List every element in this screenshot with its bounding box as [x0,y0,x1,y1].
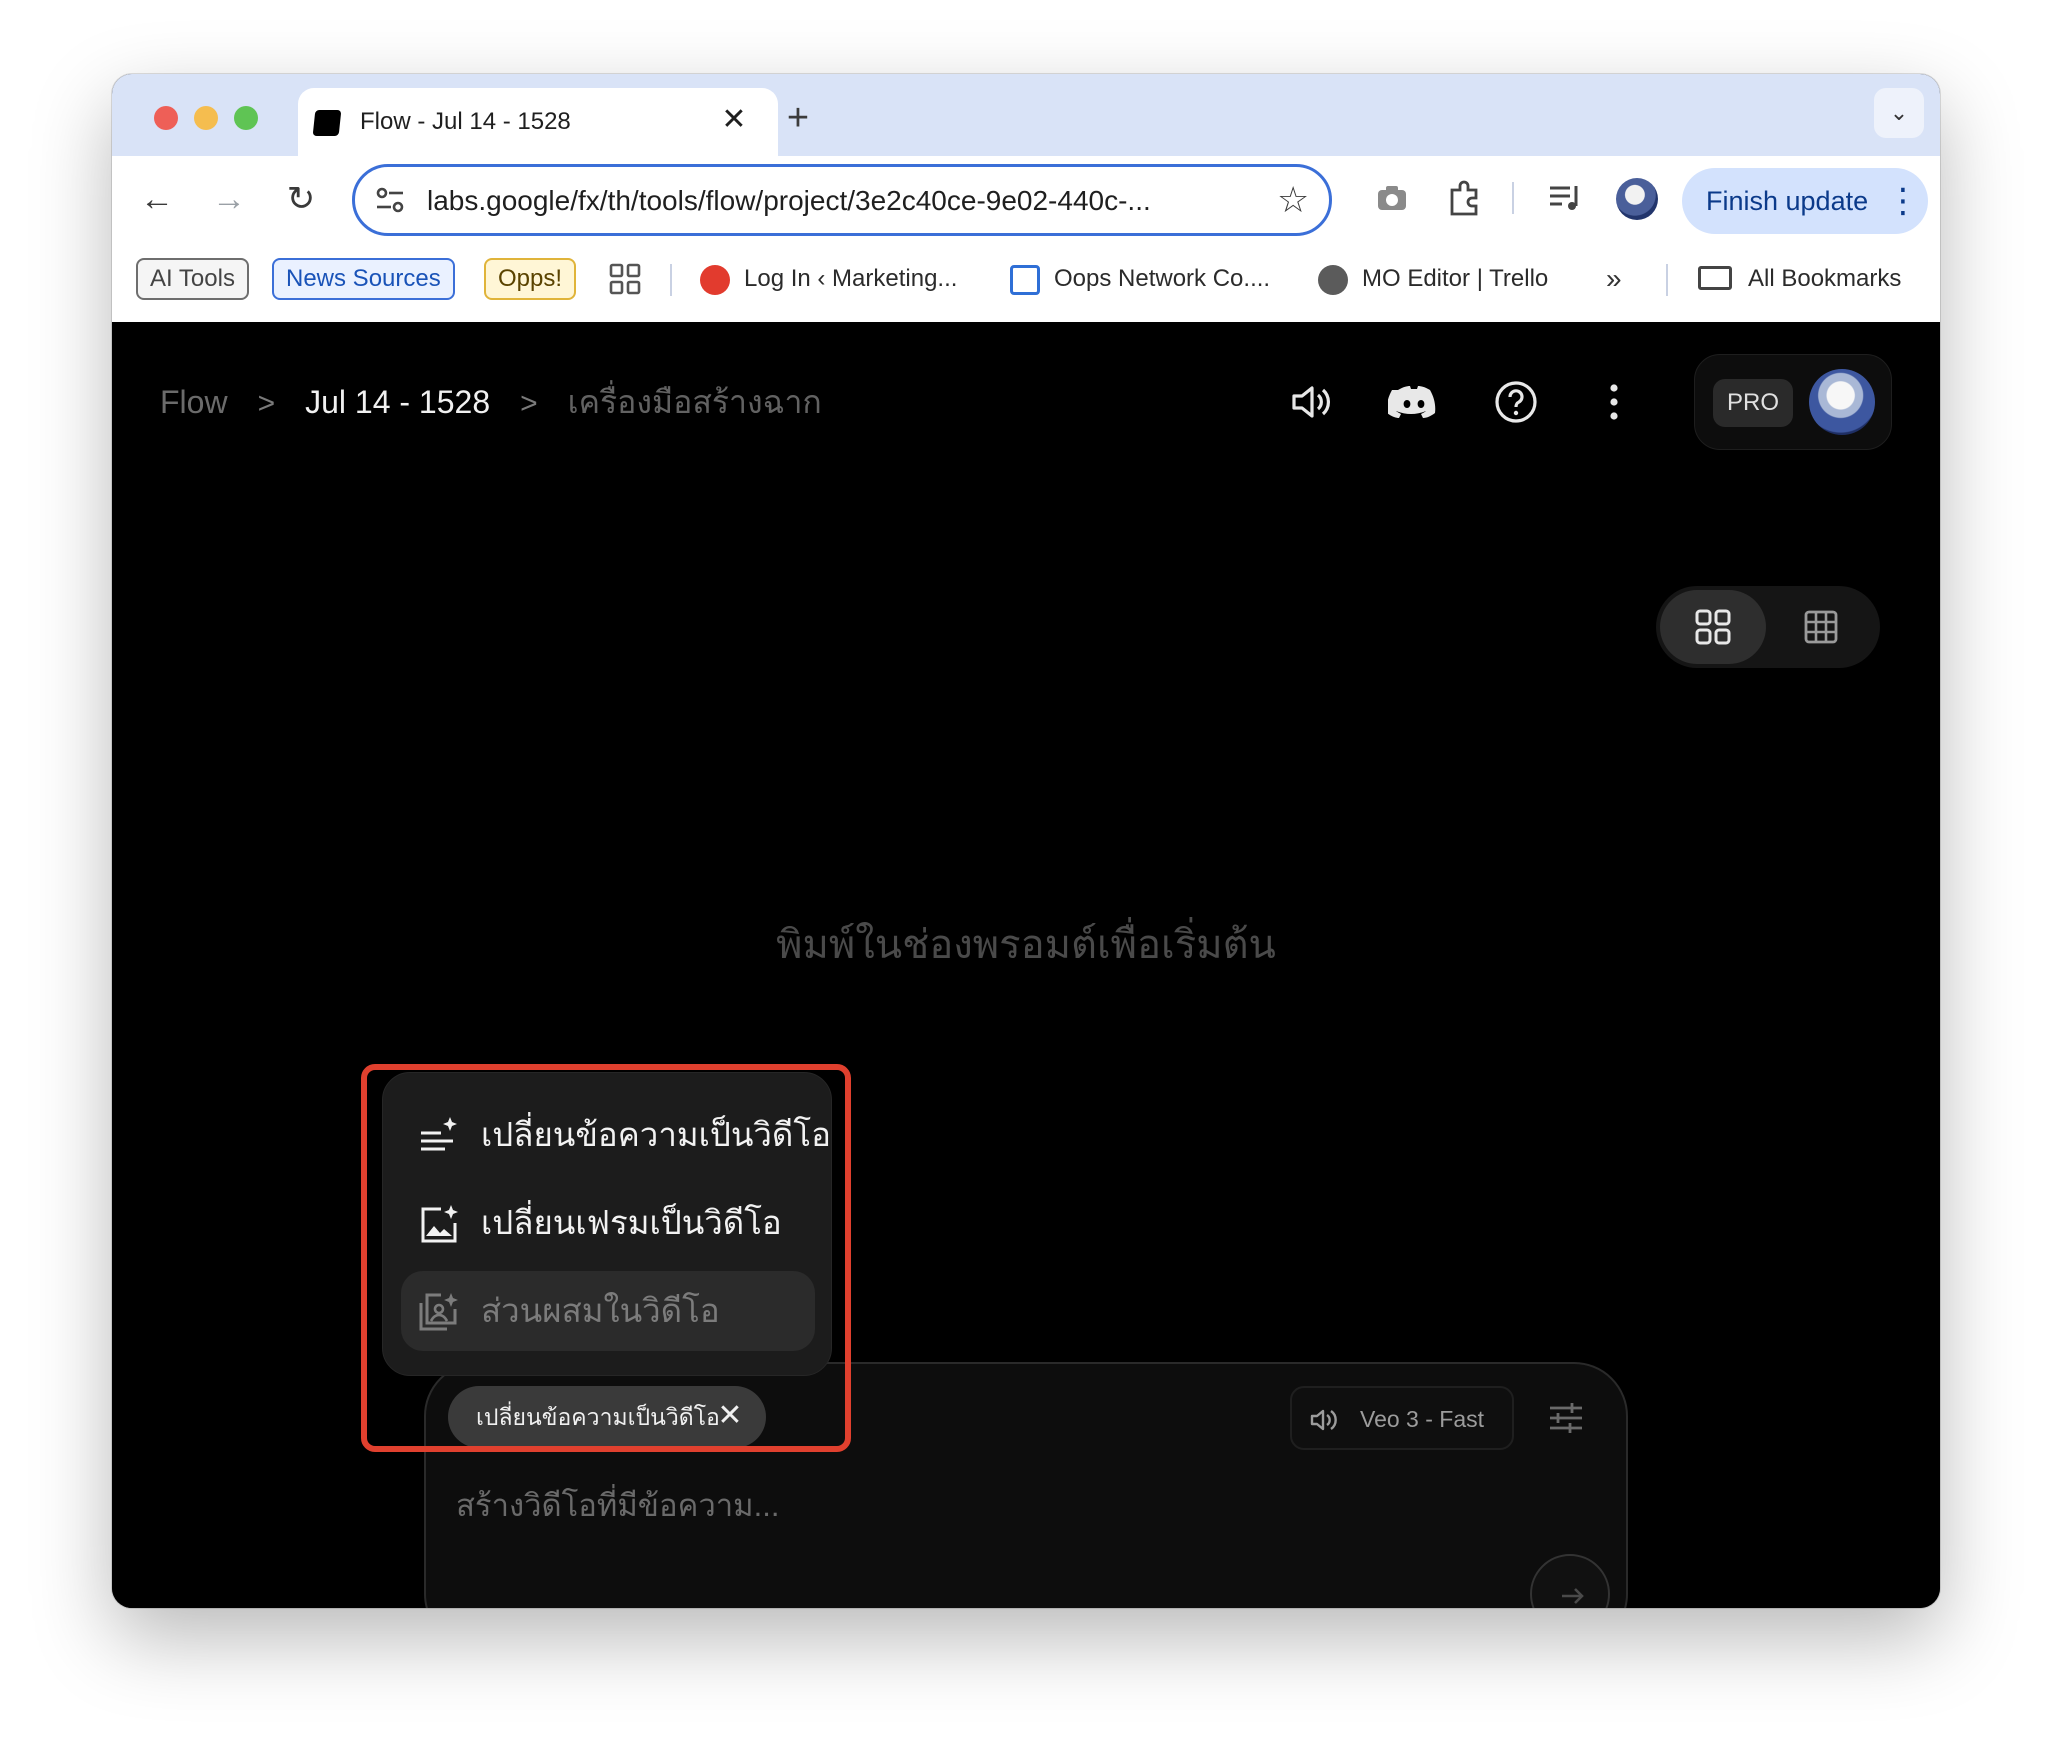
grid-large-icon [1695,609,1731,645]
marketing-favicon-icon [700,264,730,295]
reload-button[interactable]: ↻ [276,174,326,224]
breadcrumb-scene-builder: เครื่องมือสร้างฉาก [567,384,822,420]
more-bookmarks-icon[interactable]: » [1606,260,1622,298]
discord-icon[interactable] [1388,376,1440,428]
menu-item-label: เปลี่ยนเฟรมเป็นวิดีโอ [481,1204,782,1241]
arrow-right-icon [1562,1588,1584,1604]
pro-badge: PRO [1713,379,1793,427]
finish-update-label: Finish update [1706,186,1869,216]
chevron-right-icon: > [257,387,276,420]
mode-menu: เปลี่ยนข้อความเป็นวิดีโอ เปลี่ยนเฟรมเป็น… [382,1072,832,1376]
menu-item-frames-to-video[interactable]: เปลี่ยนเฟรมเป็นวิดีโอ [401,1183,815,1263]
breadcrumb-flow[interactable]: Flow [160,384,228,420]
all-bookmarks-folder[interactable]: All Bookmarks [1698,260,1901,298]
mode-chip-label: เปลี่ยนข้อความเป็นวิดีโอ [476,1404,720,1430]
breadcrumb-project[interactable]: Jul 14 - 1528 [305,384,490,420]
model-label: Veo 3 - Fast [1360,1406,1485,1432]
tab-search-button[interactable]: ⌄ [1874,88,1924,138]
bookmark-ai-tools[interactable]: AI Tools [136,258,249,300]
browser-toolbar: ← → ↻ labs.google/fx/th/tools/flow/proje… [112,156,1940,244]
bookmark-opps[interactable]: Opps! [484,258,577,300]
menu-item-label: เปลี่ยนข้อความเป็นวิดีโอ [481,1116,831,1153]
extensions-icon[interactable] [1442,176,1486,220]
account-panel[interactable]: PRO [1694,354,1892,450]
site-settings-icon[interactable] [373,183,407,217]
settings-sliders-icon[interactable] [1546,1398,1586,1438]
flow-favicon-icon [312,110,342,136]
bookmark-label: Log In ‹ Marketing... [744,265,958,292]
address-bar[interactable]: labs.google/fx/th/tools/flow/project/3e2… [352,164,1332,236]
browser-window: Flow - Jul 14 - 1528 ✕ + ⌄ ← → ↻ labs.go… [112,74,1940,1608]
view-toggle [1656,586,1880,668]
maximize-window-button[interactable] [234,106,258,130]
grid-small-view-button[interactable] [1768,590,1874,664]
all-bookmarks-label: All Bookmarks [1748,265,1902,292]
empty-state-message: พิมพ์ในช่องพรอมต์เพื่อเริ่มต้น [776,923,1276,967]
model-selector[interactable]: Veo 3 - Fast [1290,1386,1514,1450]
tab-flow[interactable]: Flow - Jul 14 - 1528 ✕ [298,88,778,156]
toolbar-divider [1512,182,1514,214]
bookmarks-bar: AI Tools News Sources Opps! Log In ‹ Mar… [112,244,1940,322]
sound-icon [1310,1409,1337,1431]
help-icon[interactable] [1490,376,1542,428]
camera-icon[interactable] [1370,176,1414,220]
folder-icon [1698,265,1732,290]
user-avatar[interactable] [1809,369,1875,435]
bookmark-news-sources[interactable]: News Sources [272,258,455,300]
back-button[interactable]: ← [132,174,182,224]
apps-grid-icon[interactable] [608,262,642,296]
mode-chip[interactable]: เปลี่ยนข้อความเป็นวิดีโอ ✕ [448,1386,766,1448]
grid-small-icon [1804,610,1838,644]
bookmark-star-icon[interactable]: ☆ [1277,179,1309,221]
bookmark-oops-network[interactable]: Oops Network Co.... [1010,260,1270,298]
breadcrumb: Flow > Jul 14 - 1528 > เครื่องมือสร้างฉาก [160,380,822,424]
send-button[interactable] [1530,1554,1610,1608]
text-sparkle-icon [421,1117,457,1151]
menu-item-label: ส่วนผสมในวิดีโอ [481,1292,720,1329]
tab-close-button[interactable]: ✕ [716,102,752,138]
images-sparkle-icon [419,1293,458,1331]
bookmark-label: Oops Network Co.... [1054,265,1271,292]
browser-menu-icon[interactable]: ⋮ [1886,178,1920,224]
bookmark-label: MO Editor | Trello [1362,265,1549,292]
url-text[interactable]: labs.google/fx/th/tools/flow/project/3e2… [427,185,1151,217]
globe-favicon-icon [1318,264,1348,295]
media-queue-icon[interactable] [1544,176,1588,220]
tab-title: Flow - Jul 14 - 1528 [360,108,571,135]
flow-app: Flow > Jul 14 - 1528 > เครื่องมือสร้างฉาก PR… [112,322,1940,1608]
tab-strip: Flow - Jul 14 - 1528 ✕ + ⌄ [112,74,1940,156]
finish-update-button[interactable]: Finish update ⋮ [1682,168,1928,234]
more-options-icon[interactable] [1588,376,1640,428]
bookmark-mo-editor-trello[interactable]: MO Editor | Trello [1318,260,1548,298]
bookmarks-divider [1666,264,1668,296]
grid-large-view-button[interactable] [1660,590,1766,664]
calendar-favicon-icon [1010,264,1040,295]
bookmark-marketing-login[interactable]: Log In ‹ Marketing... [700,260,957,298]
menu-item-text-to-video[interactable]: เปลี่ยนข้อความเป็นวิดีโอ [401,1095,831,1175]
new-tab-button[interactable]: + [776,96,820,140]
image-sparkle-icon [421,1205,458,1243]
menu-item-ingredients-to-video[interactable]: ส่วนผสมในวิดีโอ [401,1271,815,1351]
forward-button[interactable]: → [204,174,254,224]
chevron-right-icon: > [520,387,538,420]
sound-icon[interactable] [1286,376,1338,428]
prompt-input[interactable] [456,1476,1356,1536]
profile-avatar[interactable] [1616,178,1658,220]
prompt-composer: เปลี่ยนข้อความเป็นวิดีโอ ✕ Veo 3 - Fast [424,1362,1628,1608]
bookmarks-divider [670,264,672,296]
minimize-window-button[interactable] [194,106,218,130]
close-window-button[interactable] [154,106,178,130]
clear-mode-button[interactable]: ✕ [710,1396,750,1436]
